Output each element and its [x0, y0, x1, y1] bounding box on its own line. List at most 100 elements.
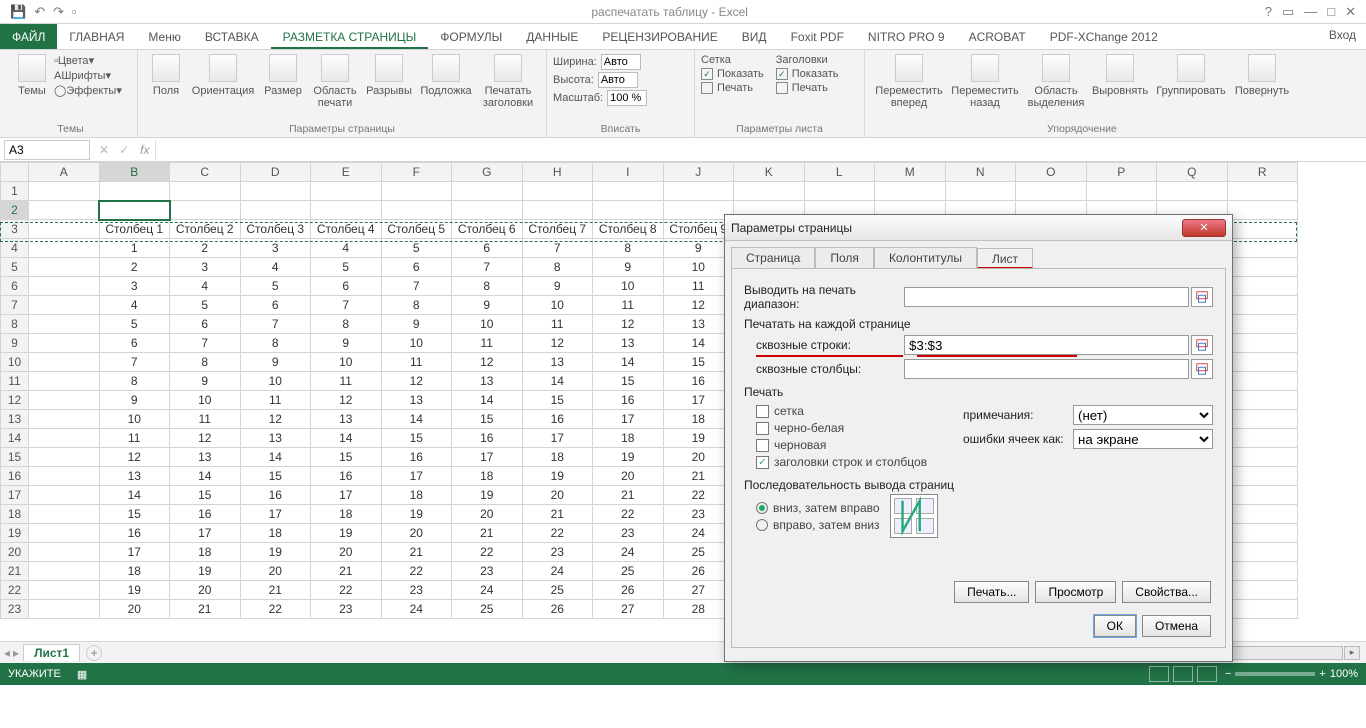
cell[interactable]: 3: [170, 258, 241, 277]
cell[interactable]: [1227, 277, 1298, 296]
dialog-tab-headerfooter[interactable]: Колонтитулы: [874, 247, 977, 268]
size-button[interactable]: Размер: [258, 54, 308, 97]
column-header[interactable]: H: [522, 163, 593, 182]
cell[interactable]: 12: [240, 410, 311, 429]
margins-button[interactable]: Поля: [144, 54, 188, 97]
cell[interactable]: 14: [170, 467, 241, 486]
cell[interactable]: [1227, 220, 1298, 239]
checkbox-draft[interactable]: черновая: [756, 438, 963, 452]
cell[interactable]: 19: [170, 562, 241, 581]
cell[interactable]: [1227, 600, 1298, 619]
column-header[interactable]: A: [29, 163, 100, 182]
cell[interactable]: 27: [593, 600, 664, 619]
fonts-dropdown[interactable]: A Шрифты ▾: [54, 69, 122, 82]
comments-select[interactable]: (нет): [1073, 405, 1213, 425]
cell[interactable]: 15: [452, 410, 523, 429]
cell[interactable]: 10: [311, 353, 382, 372]
cell[interactable]: 8: [311, 315, 382, 334]
cell[interactable]: 9: [311, 334, 382, 353]
cell[interactable]: 16: [593, 391, 664, 410]
cell[interactable]: 24: [522, 562, 593, 581]
themes-button[interactable]: Темы: [10, 54, 54, 97]
cell[interactable]: 17: [99, 543, 170, 562]
cell[interactable]: [1227, 372, 1298, 391]
row-header[interactable]: 1: [1, 182, 29, 201]
fx-icon[interactable]: fx: [140, 143, 149, 157]
scale-width-input[interactable]: [601, 54, 641, 70]
group-button[interactable]: Группировать: [1151, 54, 1231, 97]
cell[interactable]: [29, 467, 100, 486]
print-titles-button[interactable]: Печатать заголовки: [476, 54, 540, 109]
cell[interactable]: [1227, 334, 1298, 353]
row-header[interactable]: 9: [1, 334, 29, 353]
cell[interactable]: [1227, 505, 1298, 524]
cell[interactable]: [1227, 315, 1298, 334]
cell[interactable]: 21: [522, 505, 593, 524]
row-header[interactable]: 17: [1, 486, 29, 505]
macro-icon[interactable]: ▦: [77, 668, 87, 681]
cell[interactable]: 23: [381, 581, 452, 600]
undo-icon[interactable]: ↶: [34, 4, 45, 20]
cell[interactable]: [1227, 562, 1298, 581]
cell[interactable]: 23: [311, 600, 382, 619]
cell[interactable]: [381, 201, 452, 220]
cell[interactable]: [29, 296, 100, 315]
cell[interactable]: 19: [99, 581, 170, 600]
errors-select[interactable]: на экране: [1073, 429, 1213, 449]
cell[interactable]: 13: [381, 391, 452, 410]
cell[interactable]: 28: [663, 600, 734, 619]
cell[interactable]: 1: [99, 239, 170, 258]
cell[interactable]: 19: [311, 524, 382, 543]
row-header[interactable]: 22: [1, 581, 29, 600]
cell[interactable]: 20: [663, 448, 734, 467]
cell[interactable]: 19: [240, 543, 311, 562]
cell[interactable]: 17: [663, 391, 734, 410]
cell[interactable]: [1227, 201, 1298, 220]
cell[interactable]: [29, 182, 100, 201]
bring-forward-button[interactable]: Переместить вперед: [871, 54, 947, 109]
cell[interactable]: 5: [240, 277, 311, 296]
cell[interactable]: [663, 201, 734, 220]
cell[interactable]: 18: [99, 562, 170, 581]
cell[interactable]: 14: [311, 429, 382, 448]
view-pagelayout-icon[interactable]: [1173, 666, 1193, 682]
row-header[interactable]: 7: [1, 296, 29, 315]
cell[interactable]: [29, 372, 100, 391]
cell[interactable]: 6: [170, 315, 241, 334]
cell[interactable]: 4: [240, 258, 311, 277]
cell[interactable]: 14: [522, 372, 593, 391]
column-header[interactable]: Q: [1157, 163, 1228, 182]
cell[interactable]: 24: [452, 581, 523, 600]
cell[interactable]: 12: [663, 296, 734, 315]
cell[interactable]: 5: [311, 258, 382, 277]
cell[interactable]: Столбец 5: [381, 220, 452, 239]
cell[interactable]: 17: [240, 505, 311, 524]
cell[interactable]: 9: [381, 315, 452, 334]
column-header[interactable]: E: [311, 163, 382, 182]
column-header[interactable]: M: [875, 163, 946, 182]
tab-insert[interactable]: ВСТАВКА: [193, 24, 271, 49]
cols-repeat-input[interactable]: [904, 359, 1189, 379]
zoom-control[interactable]: −+100%: [1225, 668, 1358, 680]
cell[interactable]: [452, 201, 523, 220]
row-header[interactable]: 8: [1, 315, 29, 334]
cell[interactable]: 11: [240, 391, 311, 410]
cell[interactable]: 25: [522, 581, 593, 600]
cell[interactable]: 10: [381, 334, 452, 353]
cols-repeat-picker[interactable]: [1191, 359, 1213, 379]
cell[interactable]: [29, 486, 100, 505]
cell[interactable]: 6: [452, 239, 523, 258]
cell[interactable]: 7: [170, 334, 241, 353]
cell[interactable]: [522, 182, 593, 201]
print-area-picker[interactable]: [1191, 287, 1213, 307]
cell[interactable]: 15: [663, 353, 734, 372]
cell[interactable]: 4: [99, 296, 170, 315]
cell[interactable]: 12: [311, 391, 382, 410]
rotate-button[interactable]: Повернуть: [1231, 54, 1293, 97]
new-sheet-button[interactable]: +: [86, 645, 102, 661]
cell[interactable]: 16: [663, 372, 734, 391]
cell[interactable]: 19: [381, 505, 452, 524]
cell[interactable]: 21: [311, 562, 382, 581]
send-backward-button[interactable]: Переместить назад: [947, 54, 1023, 109]
cell[interactable]: [29, 353, 100, 372]
